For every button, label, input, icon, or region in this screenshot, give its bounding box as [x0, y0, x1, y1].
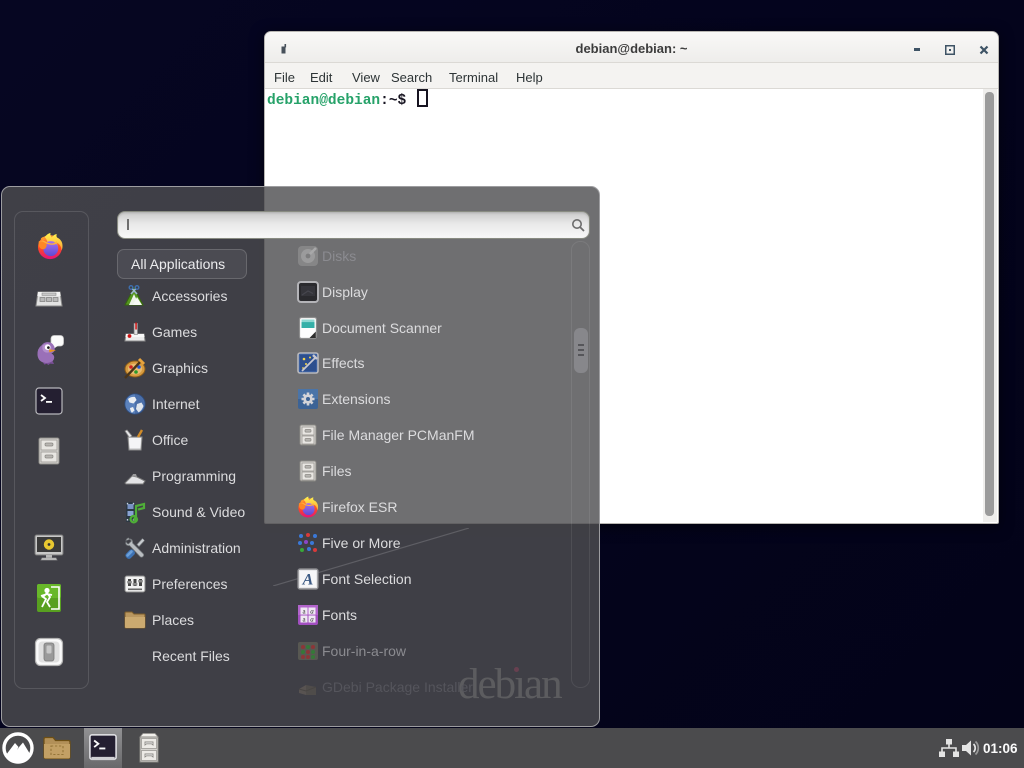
svg-text:a: a: [310, 616, 314, 624]
svg-text:A: A: [302, 572, 314, 589]
svg-text:a: a: [310, 608, 314, 616]
